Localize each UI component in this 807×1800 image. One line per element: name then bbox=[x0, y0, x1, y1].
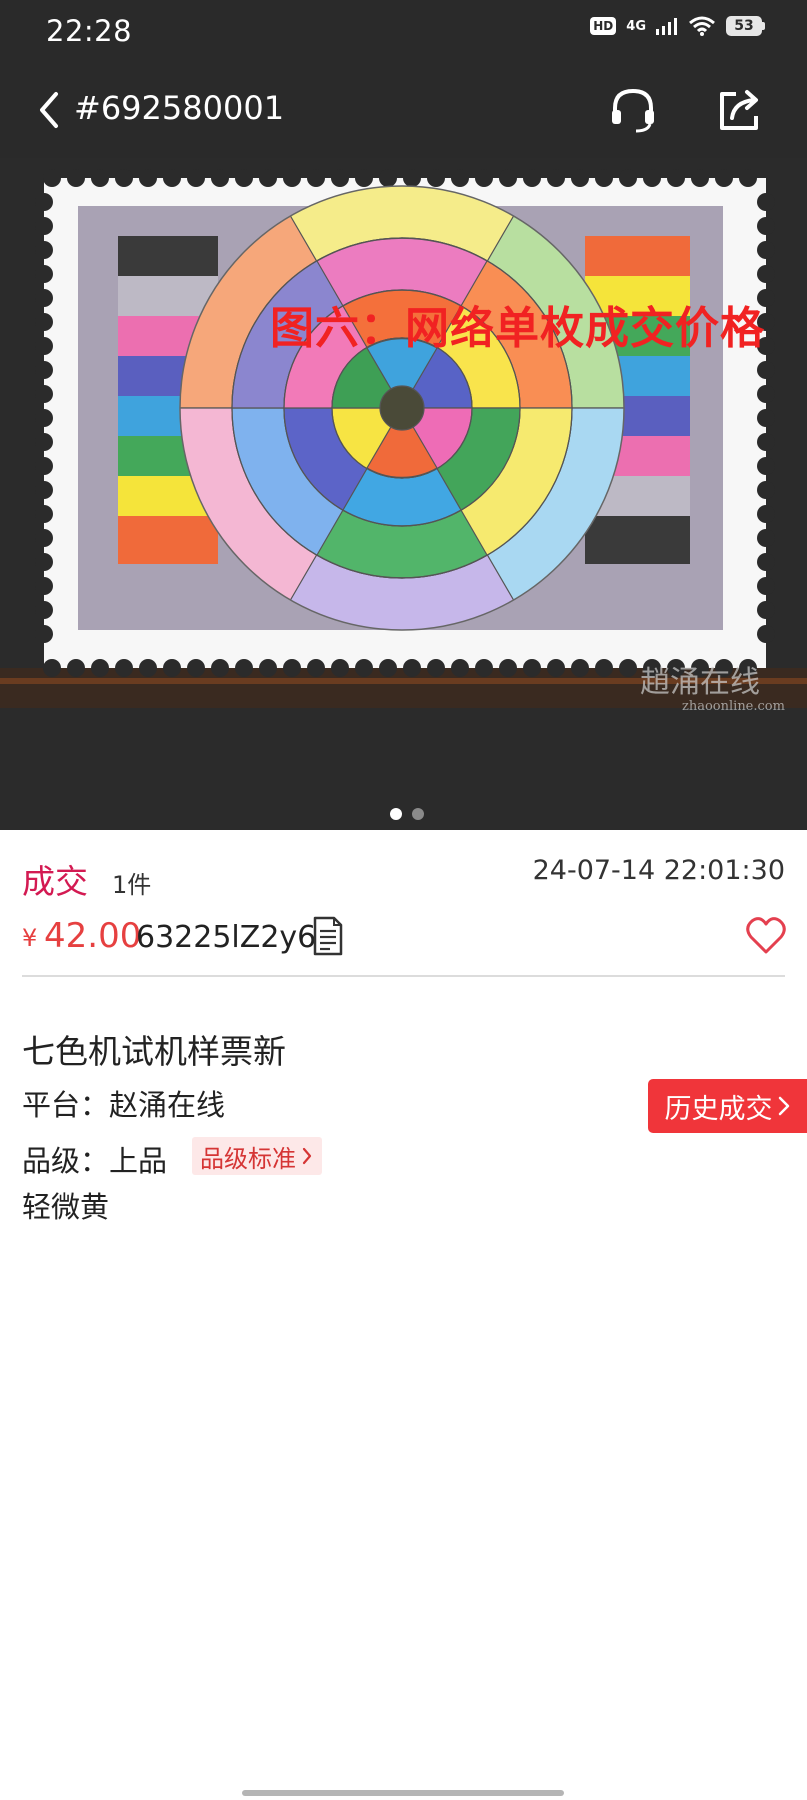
grade-standard-link[interactable]: 品级标准 bbox=[192, 1137, 322, 1175]
share-icon[interactable] bbox=[716, 86, 764, 132]
chevron-right-icon bbox=[778, 1096, 789, 1116]
deal-status: 成交 bbox=[22, 862, 88, 901]
document-icon[interactable] bbox=[312, 915, 344, 957]
network-label: 4G bbox=[626, 18, 646, 34]
svg-text:zhaoonline.com: zhaoonline.com bbox=[682, 699, 785, 714]
hd-badge: HD bbox=[590, 17, 617, 35]
item-platform: 平台：赵涌在线 bbox=[22, 1088, 226, 1122]
top-bar: 22:28 HD 4G 53 #692580001 bbox=[0, 0, 807, 158]
carousel-indicator bbox=[390, 808, 424, 820]
item-code: 63225lZ2y6 bbox=[136, 920, 317, 955]
image-caption: 图六：网络单枚成交价格 bbox=[270, 303, 765, 354]
price-value: 42.00 bbox=[44, 916, 142, 956]
heart-icon[interactable] bbox=[745, 916, 787, 956]
history-deals-label: 历史成交 bbox=[664, 1093, 773, 1125]
item-image[interactable]: 趙涌在线 zhaoonline.com 图六：网络单枚成交价格 bbox=[0, 158, 807, 830]
battery-icon: 53 bbox=[726, 16, 765, 36]
signal-icon bbox=[656, 18, 677, 35]
carousel-dot-1[interactable] bbox=[390, 808, 402, 820]
grade-standard-label: 品级标准 bbox=[200, 1144, 296, 1173]
deal-count: 1件 bbox=[112, 871, 152, 899]
item-id: #692580001 bbox=[74, 89, 285, 127]
stamp-image: 趙涌在线 zhaoonline.com bbox=[0, 158, 807, 830]
item-condition: 轻微黄 bbox=[22, 1190, 110, 1224]
carousel-dot-2[interactable] bbox=[412, 808, 424, 820]
status-time: 22:28 bbox=[46, 14, 133, 48]
status-icons: HD 4G 53 bbox=[590, 16, 765, 36]
watermark-text: 趙涌在线 bbox=[640, 665, 760, 700]
item-grade: 品级：上品 bbox=[22, 1144, 168, 1178]
battery-level: 53 bbox=[726, 16, 762, 36]
price-currency: ¥ bbox=[22, 924, 38, 952]
deal-time: 24-07-14 22:01:30 bbox=[532, 855, 785, 886]
item-title: 七色机试机样票新 bbox=[22, 1032, 286, 1071]
section-divider bbox=[22, 975, 785, 977]
wifi-icon bbox=[689, 16, 715, 36]
history-deals-button[interactable]: 历史成交 bbox=[648, 1079, 807, 1133]
headset-icon[interactable] bbox=[608, 84, 658, 134]
home-indicator[interactable] bbox=[242, 1790, 564, 1796]
chevron-left-icon[interactable] bbox=[34, 90, 64, 130]
chevron-right-icon bbox=[302, 1147, 312, 1165]
